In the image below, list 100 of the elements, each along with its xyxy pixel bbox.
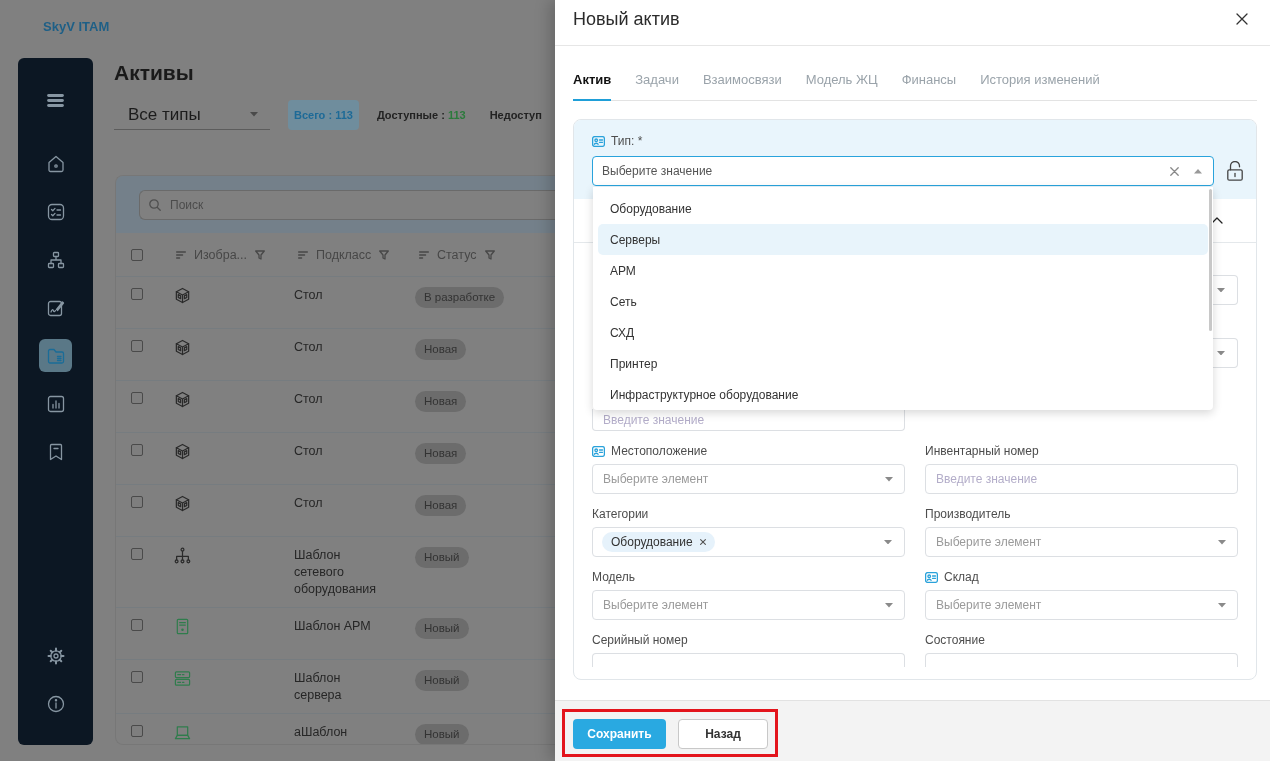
cube-icon [174, 495, 191, 512]
input-field[interactable]: Введите значение [925, 464, 1238, 494]
caret-down-icon [1217, 287, 1225, 293]
field-label: Склад [944, 570, 979, 584]
dropdown-option[interactable]: АРМ [598, 255, 1208, 286]
dropdown-option[interactable]: Инфраструктурное оборудование [598, 379, 1208, 410]
table-cell: Шаблон АРМ [294, 618, 371, 635]
page-title: Активы [114, 60, 194, 86]
table-cell: Стол [294, 391, 323, 408]
scrollbar-thumb[interactable] [1209, 189, 1212, 331]
tab[interactable]: Финансы [901, 72, 957, 101]
dropdown-option[interactable]: СХД [598, 317, 1208, 348]
tab[interactable]: Модель ЖЦ [805, 72, 878, 101]
row-checkbox[interactable] [131, 671, 143, 683]
settings-icon [46, 646, 65, 665]
home-icon [46, 154, 65, 173]
field-label: Категории [592, 507, 649, 521]
panel-title: Новый актив [573, 8, 680, 30]
dropdown-option[interactable]: Сеть [598, 286, 1208, 317]
sort-icon[interactable] [176, 250, 186, 259]
field-label: Серийный номер [592, 633, 688, 647]
filter-icon[interactable] [484, 249, 495, 260]
select-field[interactable]: Выберите значение [592, 156, 1214, 186]
column-header[interactable]: Изобра... [194, 247, 247, 262]
category-tag[interactable]: Оборудование [602, 532, 715, 552]
row-checkbox[interactable] [131, 725, 143, 737]
dropdown-option[interactable]: Оборудование [598, 193, 1208, 224]
chevron-up-icon[interactable] [1211, 217, 1223, 224]
cube-icon [174, 339, 191, 356]
nav-button[interactable] [39, 339, 72, 372]
hierarchy-icon [46, 250, 65, 269]
caret-down-icon [884, 539, 892, 545]
status-badge: Новый [415, 670, 469, 691]
caret-down-icon [1217, 350, 1225, 356]
save-button[interactable]: Сохранить [573, 719, 666, 749]
counter-filter[interactable]: Недоступ [483, 100, 548, 130]
field-label: Местоположение [611, 444, 708, 458]
status-badge: Новый [415, 547, 469, 568]
table-cell: Стол [294, 287, 323, 304]
search-icon [149, 199, 161, 211]
column-header[interactable]: Статус [437, 247, 477, 262]
caret-down-icon [885, 603, 893, 608]
folder-icon [46, 346, 65, 365]
sort-icon[interactable] [298, 250, 308, 259]
dropdown-option[interactable]: Принтер [598, 348, 1208, 379]
remove-icon[interactable] [699, 539, 706, 545]
bar-chart-icon [46, 394, 65, 413]
filter-icon[interactable] [255, 249, 265, 260]
field-label: Инвентарный номер [925, 444, 1039, 458]
dropdown-option[interactable]: Серверы [598, 224, 1208, 255]
select-all-checkbox[interactable] [131, 248, 143, 261]
tab[interactable]: Взаимосвязи [702, 72, 782, 101]
cube-icon [174, 287, 191, 304]
caret-down-icon [250, 112, 258, 117]
tab[interactable]: Задачи [635, 72, 679, 101]
type-filter-select[interactable]: Все типы [114, 100, 270, 130]
table-cell-text: Шаблон сервера [294, 670, 343, 704]
status-badge: Новый [415, 618, 469, 639]
filter-icon[interactable] [379, 249, 390, 260]
computer-case-icon [174, 618, 191, 635]
table-cell: аШаблон [294, 724, 348, 741]
counter-filter[interactable]: Доступные : 113 [370, 100, 472, 130]
field-label: Производитель [925, 507, 1011, 521]
laptop-icon [174, 724, 191, 741]
caret-up-icon[interactable] [1194, 169, 1202, 174]
row-checkbox[interactable] [131, 288, 143, 300]
tab[interactable]: История изменений [980, 72, 1100, 101]
row-checkbox[interactable] [131, 444, 143, 456]
back-button[interactable]: Назад [678, 719, 768, 749]
field-label: Состояние [925, 633, 985, 647]
menu-icon [47, 94, 64, 107]
field-label: Модель [592, 570, 636, 584]
table-cell-text: Шаблон сетевого оборудования [294, 547, 378, 598]
row-checkbox[interactable] [131, 392, 143, 404]
app-logo: SkyV ITAM [43, 19, 110, 35]
tab[interactable]: Актив [573, 72, 612, 101]
status-badge: В разработке [415, 287, 505, 308]
signature-icon [46, 298, 65, 317]
input-field[interactable] [592, 653, 905, 667]
row-checkbox[interactable] [131, 496, 143, 508]
clear-icon[interactable] [1170, 167, 1179, 176]
row-checkbox[interactable] [131, 340, 143, 352]
cube-icon [174, 443, 191, 460]
row-checkbox[interactable] [131, 619, 143, 631]
field-label: Тип: * [611, 134, 643, 148]
unlocked-padlock-icon[interactable] [1227, 161, 1243, 181]
info-icon [46, 694, 65, 713]
close-icon[interactable] [1236, 13, 1248, 25]
status-badge: Новая [415, 391, 467, 412]
input-field[interactable]: Введите значение [592, 409, 905, 431]
tag-select-field[interactable]: Оборудование [592, 527, 905, 557]
caret-down-icon [1218, 540, 1226, 545]
sort-icon[interactable] [419, 250, 429, 259]
caret-down-icon [1218, 603, 1226, 608]
status-badge: Новая [415, 495, 467, 516]
status-badge: Новая [415, 443, 467, 464]
server-icon [174, 670, 191, 687]
row-checkbox[interactable] [131, 548, 143, 560]
cube-icon [174, 391, 191, 408]
column-header[interactable]: Подкласс [316, 247, 372, 262]
